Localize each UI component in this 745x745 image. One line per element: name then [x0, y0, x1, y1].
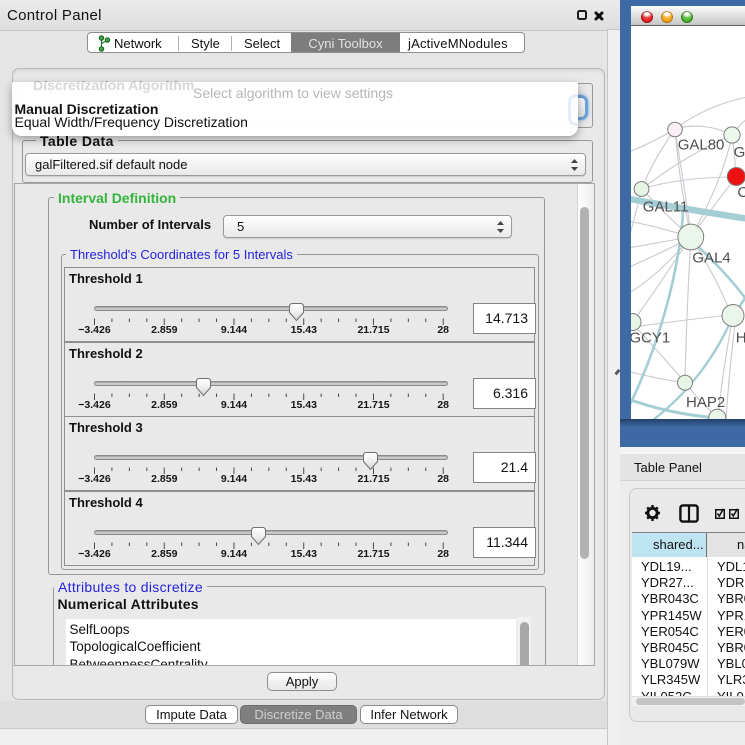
- svg-text:HAP2: HAP2: [686, 394, 725, 411]
- svg-text:GAL4: GAL4: [692, 249, 730, 266]
- svg-text:GA: GA: [734, 144, 745, 161]
- svg-text:C: C: [737, 184, 745, 201]
- svg-text:GAL80: GAL80: [678, 137, 725, 154]
- svg-text:GAL11: GAL11: [643, 198, 689, 215]
- svg-text:H: H: [736, 330, 745, 347]
- svg-text:GCY1: GCY1: [631, 330, 670, 347]
